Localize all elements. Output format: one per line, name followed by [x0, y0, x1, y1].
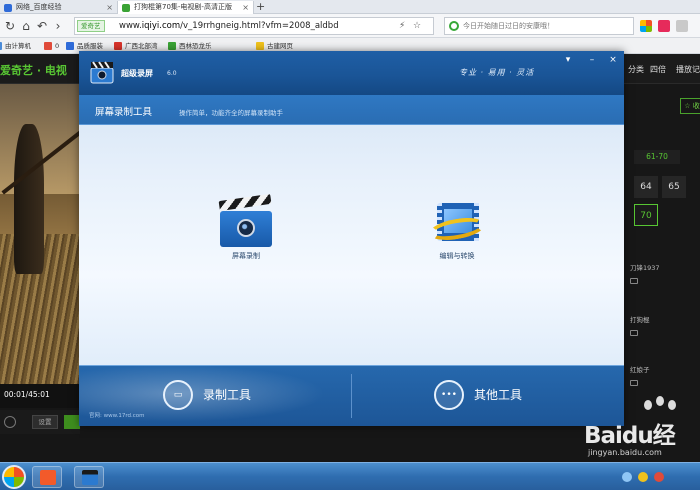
video-player[interactable]	[0, 84, 80, 404]
apps-icon[interactable]	[640, 20, 652, 32]
screen-recorder-window: 超级录屏 6.0 专业 · 易用 · 灵活 ▾ – × 屏幕录制工具 操作简单，…	[79, 51, 624, 426]
baidu-favicon-icon	[4, 4, 12, 12]
tv-icon	[630, 278, 638, 284]
dialog-footer-url[interactable]: 官网: www.17rd.com	[89, 411, 145, 419]
bookmark-icon	[114, 42, 122, 50]
circle-icon[interactable]	[4, 416, 16, 428]
close-icon[interactable]: ×	[606, 54, 620, 66]
lightning-icon[interactable]: ⚡	[399, 20, 405, 33]
recorder-taskbar-icon	[82, 470, 98, 485]
nav-link[interactable]: 四倍	[650, 64, 666, 75]
browser-tab-strip: 网络_百度经验 × 打狗棍第70集-电视剧-高清正版 × +	[0, 0, 700, 14]
recent-item-title[interactable]: 打狗棍	[630, 314, 650, 324]
search-box[interactable]: 今日开始随日过日的安康哦！	[444, 17, 634, 35]
recorder-logo-icon	[90, 61, 114, 84]
paw-icon	[644, 400, 652, 410]
app-version: 6.0	[167, 70, 177, 77]
video-frame-figure	[14, 124, 44, 274]
windows-taskbar	[0, 462, 700, 490]
weibo-icon[interactable]	[658, 20, 670, 32]
sogou-icon	[40, 470, 56, 485]
tv-icon	[630, 330, 638, 336]
tab-label: 打狗棍第70集-电视剧-高清正版	[134, 3, 232, 11]
recent-item-title[interactable]: 红娘子	[630, 364, 650, 374]
favorite-button[interactable]: ☆ 收	[680, 98, 700, 114]
episode-item[interactable]: 65	[662, 176, 686, 198]
home-icon[interactable]: ⌂	[18, 18, 34, 34]
screen-record-tool[interactable]: 屏幕录制	[206, 193, 286, 261]
watermark-brand: Baidu经	[584, 423, 676, 449]
playback-timecode: 00:01/45:01	[4, 390, 50, 399]
record-tools-icon: ▭	[163, 380, 193, 410]
paw-icon	[656, 396, 664, 406]
bookmark-item[interactable]: 由计算机	[0, 40, 31, 52]
tray-network-icon[interactable]	[622, 472, 632, 482]
tab-baidu-jingyan[interactable]: 网络_百度经验 ×	[0, 1, 118, 14]
tab-label: 录制工具	[203, 388, 252, 402]
player-control-bar: 00:01/45:01	[0, 384, 80, 408]
close-icon[interactable]: ×	[242, 1, 249, 14]
start-button[interactable]	[2, 465, 26, 489]
taskbar-app-recorder[interactable]	[74, 466, 104, 488]
tool-label: 屏幕录制	[232, 252, 260, 260]
baidu-jingyan-watermark: Baidu经 jingyan.baidu.com	[584, 396, 700, 466]
episode-item-selected[interactable]: 70	[634, 204, 658, 226]
search-icon	[449, 21, 459, 31]
close-icon[interactable]: ×	[106, 1, 113, 14]
tool-label: 编辑与转换	[439, 252, 475, 260]
forward-icon[interactable]: ›	[50, 18, 66, 34]
refresh-icon[interactable]: ↻	[2, 18, 18, 34]
green-action-button[interactable]	[64, 415, 80, 429]
clapperboard-icon	[218, 193, 272, 247]
tray-app-icon[interactable]	[654, 472, 664, 482]
star-icon[interactable]: ☆	[413, 20, 421, 33]
menu-icon[interactable]	[676, 20, 688, 32]
tab-iqiyi[interactable]: 打狗棍第70集-电视剧-高清正版 ×	[118, 1, 254, 14]
dialog-title-bar[interactable]: 超级录屏 6.0 专业 · 易用 · 灵活 ▾ – ×	[79, 51, 624, 95]
search-placeholder: 今日开始随日过日的安康哦！	[463, 22, 554, 30]
tray-app-icon[interactable]	[638, 472, 648, 482]
more-dots-icon: •••	[434, 380, 464, 410]
dialog-bottom-tabs: ▭ 录制工具 ••• 其他工具	[79, 365, 624, 426]
film-edit-icon	[427, 201, 487, 247]
settings-button[interactable]: 设置	[32, 415, 58, 429]
nav-link[interactable]: 播放记	[676, 64, 700, 75]
app-slogan: 专业 · 易用 · 灵活	[459, 68, 535, 77]
tab-label: 其他工具	[474, 388, 523, 402]
undo-icon[interactable]: ↶	[34, 18, 50, 34]
new-tab-button[interactable]: +	[256, 0, 265, 13]
iqiyi-favicon-icon	[122, 4, 130, 12]
episode-item[interactable]: 64	[634, 176, 658, 198]
app-name: 超级录屏	[121, 69, 153, 78]
tab-label: 网络_百度经验	[16, 3, 62, 11]
section-title: 屏幕录制工具	[95, 107, 153, 118]
nav-link[interactable]: 分类	[628, 64, 644, 75]
edit-convert-tool[interactable]: 编辑与转换	[417, 201, 497, 261]
dropdown-menu-icon[interactable]: ▾	[561, 54, 575, 66]
dialog-section-bar: 屏幕录制工具 操作简单，功能齐全的屏幕录制助手	[79, 95, 624, 125]
bookmark-item[interactable]: 0	[44, 40, 59, 52]
taskbar-app-sogou[interactable]	[32, 466, 62, 488]
url-text[interactable]: www.iqiyi.com/v_19rrhgneig.html?vfm=2008…	[119, 18, 339, 35]
bookmark-icon	[0, 42, 2, 50]
minimize-icon[interactable]: –	[585, 54, 599, 66]
bookmark-icon	[44, 42, 52, 50]
tv-icon	[630, 380, 638, 386]
folder-icon	[256, 42, 264, 50]
paw-icon	[668, 400, 676, 410]
bookmark-icon	[168, 42, 176, 50]
recent-item-title[interactable]: 刀锋1937	[630, 262, 660, 272]
episode-range-tab[interactable]: 61-70	[634, 150, 680, 164]
player-bottom-bar: 设置	[0, 410, 80, 434]
site-badge: 爱奇艺	[77, 20, 105, 32]
site-logo[interactable]: 爱奇艺 · 电视	[0, 62, 67, 78]
bookmark-icon	[66, 42, 74, 50]
browser-nav-bar: ↻ ⌂ ↶ › 爱奇艺 www.iqiyi.com/v_19rrhgneig.h…	[0, 14, 700, 38]
watermark-url: jingyan.baidu.com	[588, 448, 662, 457]
section-hint: 操作简单，功能齐全的屏幕录制助手	[179, 109, 283, 117]
address-bar[interactable]: 爱奇艺 www.iqiyi.com/v_19rrhgneig.html?vfm=…	[74, 17, 434, 35]
